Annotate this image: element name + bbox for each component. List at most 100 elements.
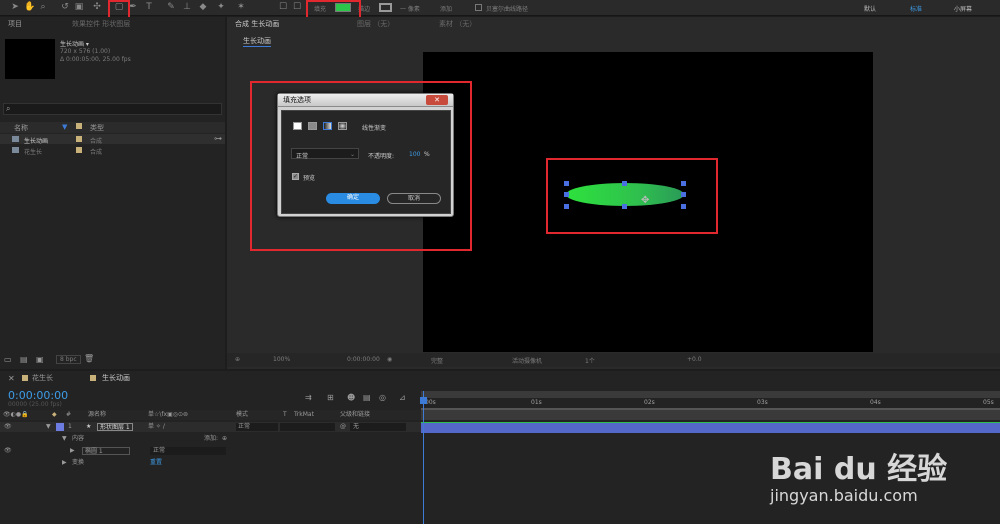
linear-gradient-icon[interactable] xyxy=(323,122,332,130)
col-name[interactable]: 名称 xyxy=(14,123,28,133)
new-folder-icon[interactable]: ▤ xyxy=(20,355,28,364)
camera-tool-icon[interactable]: ▣ xyxy=(74,2,84,13)
close-icon[interactable]: ✕ xyxy=(426,95,448,105)
camera-snapshot-icon[interactable]: ◉ xyxy=(387,356,392,363)
add-circle-icon[interactable]: ⊕ xyxy=(222,434,227,444)
puppet-tool-icon[interactable]: ✶ xyxy=(236,2,246,13)
opacity-value[interactable]: 100 xyxy=(409,151,420,158)
expand-arrow-icon[interactable]: ▶ xyxy=(62,458,67,468)
bbox-handle[interactable] xyxy=(622,181,627,186)
graph-editor-icon[interactable]: ⊿ xyxy=(399,393,406,402)
reset-link[interactable]: 重置 xyxy=(150,458,162,468)
add-label[interactable]: 添加 xyxy=(440,4,452,13)
workspace-standard[interactable]: 标准 xyxy=(910,4,922,13)
ellipse-row[interactable]: 👁 ▶ 椭圆 1 正常 xyxy=(0,446,421,456)
contents-row[interactable]: ▼ 内容 添加: ⊕ xyxy=(0,434,421,444)
layer-label-color[interactable] xyxy=(56,423,64,431)
col-type[interactable]: 类型 xyxy=(90,123,104,133)
no-fill-icon[interactable] xyxy=(293,122,302,130)
ellipse-mode-dropdown[interactable]: 正常 xyxy=(150,447,226,455)
comp-name[interactable]: 生长动画 ▾ xyxy=(60,39,89,48)
tab-footage[interactable]: 素材 （无） xyxy=(439,19,476,29)
hand-tool-icon[interactable]: ✋ xyxy=(24,2,35,13)
snap-icon[interactable]: ☐ xyxy=(292,2,302,13)
col-source-name[interactable]: 源名称 xyxy=(88,410,106,420)
layer-switches[interactable]: 单 ✧ / xyxy=(148,422,165,432)
bbox-handle[interactable] xyxy=(681,192,686,197)
bbox-handle[interactable] xyxy=(564,181,569,186)
zoom-dropdown[interactable]: 100% xyxy=(273,356,290,363)
pickwhip-icon[interactable]: @ xyxy=(340,422,346,432)
close-tab-icon[interactable]: ✕ xyxy=(8,374,15,383)
tab-composition[interactable]: 合成 生长动画 xyxy=(235,19,279,29)
preview-checkbox[interactable]: ✓ xyxy=(292,173,299,180)
bbox-handle[interactable] xyxy=(681,181,686,186)
trkmat-dropdown[interactable] xyxy=(280,423,335,431)
tab-layer[interactable]: 图层 （无） xyxy=(357,19,394,29)
tab-project[interactable]: 项目 xyxy=(8,19,22,29)
bbox-handle[interactable] xyxy=(564,192,569,197)
expand-arrow-icon[interactable]: ▶ xyxy=(70,446,75,456)
pan-behind-tool-icon[interactable]: ✣ xyxy=(92,2,102,13)
add-label[interactable]: 添加: xyxy=(204,434,218,444)
expand-arrow-icon[interactable]: ▼ xyxy=(46,422,51,432)
bpc-button[interactable]: 8 bpc xyxy=(56,355,81,364)
draft-3d-icon[interactable]: ⊞ xyxy=(327,393,334,402)
tab-effects[interactable]: 效果控件 形状图层 xyxy=(72,19,130,29)
ellipse-label[interactable]: 椭圆 1 xyxy=(82,447,130,455)
stroke-width-value[interactable]: 一 像素 xyxy=(400,4,420,13)
bbox-handle[interactable] xyxy=(622,204,627,209)
ok-button[interactable]: 确定 xyxy=(326,193,380,204)
list-item[interactable]: 花生长 合成 xyxy=(0,145,225,156)
cancel-button[interactable]: 取消 xyxy=(387,193,441,204)
layer-mode-dropdown[interactable]: 正常 xyxy=(236,423,278,431)
clone-stamp-tool-icon[interactable]: ⊥ xyxy=(182,2,192,13)
playhead-icon[interactable] xyxy=(420,397,427,404)
workspace-small[interactable]: 小屏幕 xyxy=(954,4,972,13)
project-search-input[interactable]: ⌕ xyxy=(3,103,222,115)
table-row[interactable]: 👁 ▼ 1 ★ 形状图层 1 单 ✧ / 正常 @ 无 xyxy=(0,422,421,432)
solid-fill-icon[interactable] xyxy=(308,122,317,130)
composition-mini-flowchart-icon[interactable]: ⇉ xyxy=(305,393,312,402)
viewer-timecode[interactable]: 0:00:00:00 xyxy=(347,356,380,363)
stroke-color-swatch[interactable] xyxy=(379,3,392,12)
motion-blur-icon[interactable]: ◎ xyxy=(379,393,386,402)
new-comp-icon[interactable]: ▣ xyxy=(36,355,44,364)
bezier-checkbox[interactable] xyxy=(475,4,482,11)
subtab-comp[interactable]: 生长动画 xyxy=(243,36,271,47)
workspace-default[interactable]: 默认 xyxy=(864,4,876,13)
green-ellipse-shape[interactable] xyxy=(566,183,684,206)
selection-tool-icon[interactable]: ➤ xyxy=(10,2,20,13)
blend-mode-dropdown[interactable]: 正常 ⌄ xyxy=(291,148,359,160)
interpret-footage-icon[interactable]: ▭ xyxy=(4,355,12,364)
text-tool-icon[interactable]: T xyxy=(144,2,154,13)
resolution-dropdown[interactable]: 完整 xyxy=(431,356,443,365)
camera-dropdown[interactable]: 活动摄像机 xyxy=(512,356,542,365)
magnifier-icon[interactable]: ⊕ xyxy=(235,356,240,363)
work-area-bar[interactable] xyxy=(421,391,1000,398)
timeline-tab-2[interactable]: 生长动画 xyxy=(102,373,130,383)
roto-brush-tool-icon[interactable]: ✦ xyxy=(216,2,226,13)
eraser-tool-icon[interactable]: ◆ xyxy=(198,2,208,13)
radial-gradient-icon[interactable] xyxy=(338,122,347,130)
bbox-handle[interactable] xyxy=(681,204,686,209)
timeline-tab-1[interactable]: 花生长 xyxy=(32,373,53,383)
rotation-tool-icon[interactable]: ↺ xyxy=(60,2,70,13)
exposure-value[interactable]: +0.0 xyxy=(687,356,702,363)
frame-blending-icon[interactable]: ▤ xyxy=(363,393,371,402)
parent-dropdown[interactable]: 无 xyxy=(350,423,406,431)
eye-icon[interactable]: 👁 xyxy=(4,422,12,432)
align-icon[interactable]: ☐ xyxy=(278,2,288,13)
views-dropdown[interactable]: 1个 xyxy=(585,356,595,365)
flowchart-icon[interactable]: ⊶ xyxy=(214,134,222,143)
zoom-tool-icon[interactable]: ⌕ xyxy=(38,2,48,13)
shy-layers-icon[interactable]: ☻ xyxy=(347,393,355,402)
current-time-indicator[interactable] xyxy=(423,391,424,524)
eye-icon[interactable]: 👁 xyxy=(4,446,12,456)
list-item[interactable]: 生长动画 合成 ⊶ xyxy=(0,134,225,145)
expand-arrow-icon[interactable]: ▼ xyxy=(62,434,67,444)
transform-row[interactable]: ▶ 变换 重置 xyxy=(0,458,421,468)
brush-tool-icon[interactable]: ✎ xyxy=(166,2,176,13)
trash-icon[interactable]: 🗑 xyxy=(84,354,94,363)
layer-name[interactable]: 形状图层 1 xyxy=(97,423,133,431)
